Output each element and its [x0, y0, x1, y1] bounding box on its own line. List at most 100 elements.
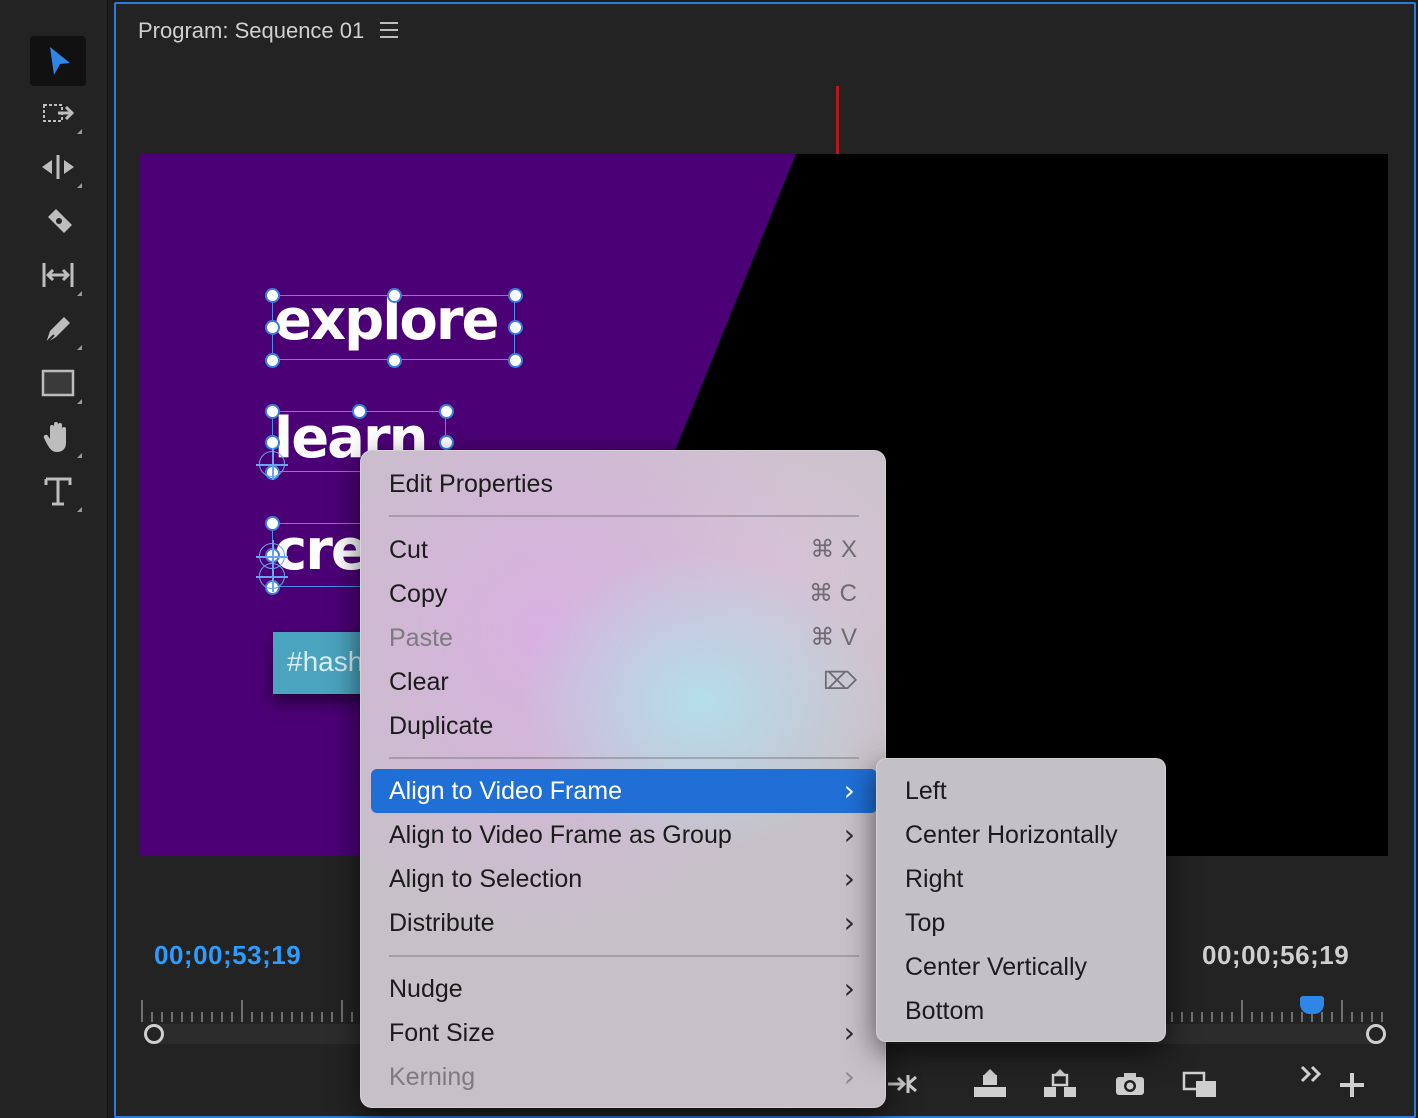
menu-item-clear[interactable]: Clear ⌦ — [371, 660, 877, 704]
selection-handle[interactable] — [264, 287, 280, 303]
menu-item-label: Paste — [389, 624, 453, 652]
menu-item-label: Align to Video Frame — [389, 777, 622, 805]
ripple-edit-tool[interactable] — [30, 142, 86, 192]
hand-tool[interactable] — [30, 412, 86, 462]
menu-item-label: Align to Video Frame as Group — [389, 821, 732, 849]
comparison-view-icon — [1182, 1071, 1216, 1097]
type-icon — [44, 477, 72, 506]
menu-item-edit-properties[interactable]: Edit Properties — [371, 462, 877, 506]
submenu-item-center-vertically[interactable]: Center Vertically — [887, 945, 1157, 989]
rectangle-tool[interactable] — [30, 358, 86, 408]
selection-handle[interactable] — [438, 403, 454, 419]
razor-tool[interactable] — [30, 196, 86, 246]
menu-item-align-to-video-frame[interactable]: Align to Video Frame › — [371, 769, 877, 813]
menu-item-label: Cut — [389, 536, 428, 564]
selection-handle[interactable] — [507, 319, 523, 335]
chevron-right-icon: › — [843, 862, 855, 895]
chevron-right-icon: › — [843, 818, 855, 851]
track-select-icon — [43, 104, 75, 122]
slip-icon — [42, 263, 74, 287]
selection-handle[interactable] — [507, 287, 523, 303]
menu-item-align-to-video-frame-group[interactable]: Align to Video Frame as Group › — [371, 813, 877, 857]
menu-item-label: Clear — [389, 668, 449, 696]
anchor-point-icon[interactable] — [256, 560, 288, 592]
menu-item-font-size[interactable]: Font Size › — [371, 1011, 877, 1055]
selection-box-explore — [272, 295, 515, 360]
shortcut-label: ⌘ X — [810, 536, 857, 563]
menu-item-label: Nudge — [389, 975, 463, 1003]
menu-item-label: Font Size — [389, 1019, 495, 1047]
menu-item-align-to-selection[interactable]: Align to Selection › — [371, 857, 877, 901]
extract-icon — [1044, 1069, 1076, 1097]
extract-button[interactable] — [1038, 1064, 1082, 1104]
add-icon — [1340, 1073, 1364, 1097]
selection-tool[interactable] — [30, 36, 86, 86]
pen-tool[interactable] — [30, 304, 86, 354]
submenu-item-center-horizontally[interactable]: Center Horizontally — [887, 813, 1157, 857]
chevron-right-icon: › — [843, 1016, 855, 1049]
menu-separator — [389, 955, 859, 957]
menu-item-duplicate[interactable]: Duplicate — [371, 704, 877, 748]
anchor-point-icon[interactable] — [256, 448, 288, 480]
submenu-item-top[interactable]: Top — [887, 901, 1157, 945]
camera-icon — [1116, 1073, 1144, 1095]
submenu-item-right[interactable]: Right — [887, 857, 1157, 901]
menu-item-cut[interactable]: Cut ⌘ X — [371, 528, 877, 572]
hand-icon — [43, 422, 66, 452]
menu-item-label: Copy — [389, 580, 448, 608]
selection-handle[interactable] — [264, 352, 280, 368]
slip-tool[interactable] — [30, 250, 86, 300]
menu-item-label: Align to Selection — [389, 865, 583, 893]
comparison-view-button[interactable] — [1178, 1064, 1222, 1104]
scrollbar-left-handle[interactable] — [144, 1024, 164, 1044]
duration-timecode: 00;00;56;19 — [1202, 940, 1350, 970]
chevron-right-icon: › — [843, 906, 855, 939]
export-frame-button[interactable] — [1108, 1064, 1152, 1104]
menu-item-label: Kerning — [389, 1063, 476, 1091]
more-icon — [1300, 1065, 1322, 1083]
selection-handle[interactable] — [507, 352, 523, 368]
chevron-right-icon: › — [843, 1060, 855, 1093]
submenu-item-left[interactable]: Left — [887, 769, 1157, 813]
insert-icon — [888, 1075, 917, 1093]
scrollbar-right-handle[interactable] — [1366, 1024, 1386, 1044]
insert-button[interactable] — [882, 1064, 926, 1104]
menu-item-label: Duplicate — [389, 712, 494, 740]
panel-title: Program: Sequence 01 — [138, 18, 365, 43]
selection-handle[interactable] — [386, 287, 402, 303]
lift-button[interactable] — [968, 1064, 1012, 1104]
menu-item-label: Distribute — [389, 909, 495, 937]
track-select-tool[interactable] — [30, 88, 86, 138]
pen-icon — [45, 317, 70, 344]
selection-handle[interactable] — [264, 403, 280, 419]
current-timecode[interactable]: 00;00;53;19 — [154, 940, 301, 971]
lift-icon — [974, 1069, 1006, 1097]
selection-handle[interactable] — [264, 515, 280, 531]
type-tool[interactable] — [30, 466, 86, 516]
menu-item-distribute[interactable]: Distribute › — [371, 901, 877, 945]
razor-icon — [48, 209, 72, 233]
selection-handle[interactable] — [386, 352, 402, 368]
chevron-right-icon: › — [843, 774, 855, 807]
premiere-window: Program: Sequence 01 explore learn cre #… — [0, 0, 1418, 1118]
align-submenu: Left Center Horizontally Right Top Cente… — [876, 758, 1166, 1042]
chevron-right-icon: › — [843, 972, 855, 1005]
add-button[interactable] — [1330, 1064, 1374, 1104]
menu-item-copy[interactable]: Copy ⌘ C — [371, 572, 877, 616]
hamburger-icon[interactable] — [380, 22, 398, 43]
playhead-line — [836, 86, 839, 156]
menu-separator — [389, 515, 859, 517]
submenu-item-bottom[interactable]: Bottom — [887, 989, 1157, 1033]
menu-separator — [389, 757, 859, 759]
menu-item-label: Edit Properties — [389, 470, 553, 498]
playhead-marker[interactable] — [1300, 996, 1324, 1014]
tools-panel — [0, 0, 108, 1118]
selection-handle[interactable] — [264, 319, 280, 335]
ripple-edit-icon — [42, 155, 74, 179]
selection-handle[interactable] — [351, 403, 367, 419]
more-button[interactable] — [1290, 1054, 1334, 1094]
menu-item-nudge[interactable]: Nudge › — [371, 967, 877, 1011]
selection-handle[interactable] — [438, 434, 454, 450]
menu-item-kerning: Kerning › — [371, 1055, 877, 1099]
shortcut-label: ⌘ V — [810, 624, 857, 651]
